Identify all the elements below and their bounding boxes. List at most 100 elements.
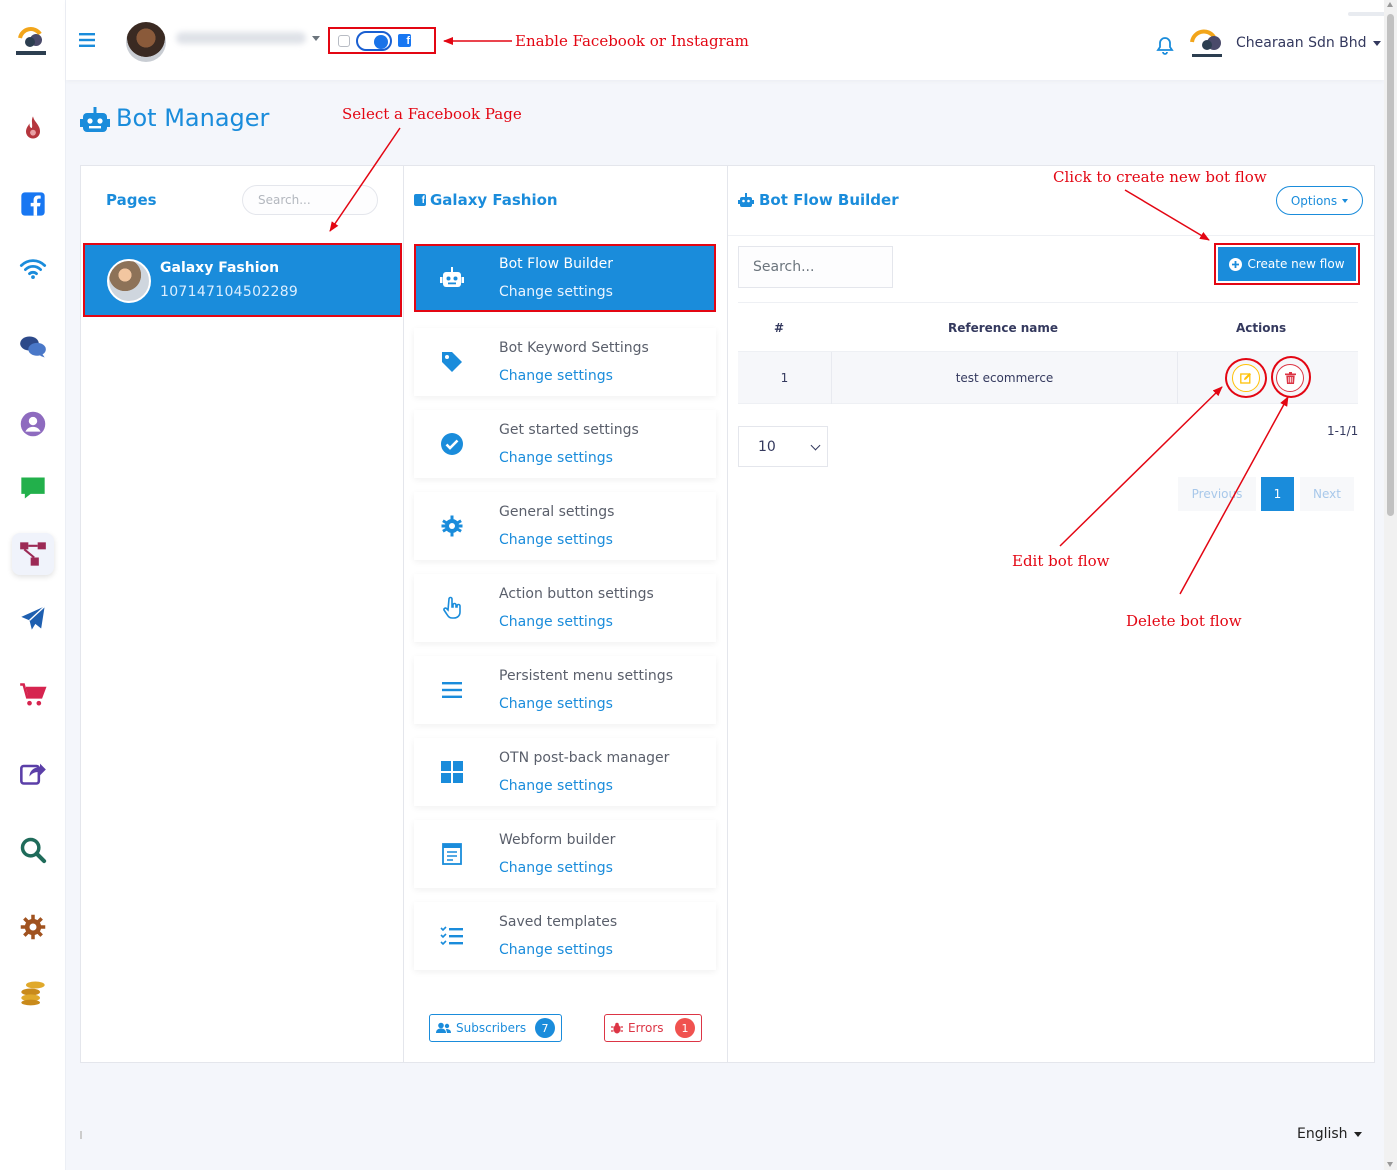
subscribers-button[interactable]: Subscribers 7: [429, 1014, 562, 1042]
flow-icon: [20, 542, 46, 566]
sidebar-item-facebook[interactable]: [12, 183, 54, 225]
settings-item-link[interactable]: Change settings: [499, 942, 613, 958]
notification-bell-icon[interactable]: [1155, 36, 1175, 56]
pagination-previous-button[interactable]: Previous: [1178, 477, 1256, 511]
sidebar-item-broadcast[interactable]: [12, 597, 54, 639]
settings-item-bot-keyword[interactable]: Bot Keyword Settings Change settings: [414, 328, 716, 396]
column-header-number: #: [774, 321, 785, 335]
settings-item-title: Action button settings: [499, 586, 654, 602]
settings-item-title: Webform builder: [499, 832, 616, 848]
errors-count-badge: 1: [675, 1018, 695, 1038]
column-divider: [727, 165, 728, 1063]
platform-toggle-group: f: [328, 27, 436, 54]
settings-item-saved-templates[interactable]: Saved templates Change settings: [414, 902, 716, 970]
scroll-up-icon[interactable]: [1387, 2, 1393, 7]
wifi-icon: [19, 259, 47, 280]
send-icon: [21, 605, 46, 630]
settings-item-title: Persistent menu settings: [499, 668, 673, 684]
blurred-user-name[interactable]: [176, 32, 306, 44]
sidebar-item-bot-manager[interactable]: [12, 533, 54, 575]
language-selector[interactable]: English: [1297, 1126, 1362, 1142]
platform-toggle-switch[interactable]: [356, 31, 392, 51]
options-label: Options: [1290, 193, 1338, 208]
bug-icon: [611, 1022, 623, 1034]
hamburger-menu-icon[interactable]: [79, 33, 95, 47]
annotation-create-flow: Click to create new bot flow: [1053, 168, 1267, 186]
app-logo[interactable]: [14, 24, 48, 58]
subscribers-label: Subscribers: [456, 1021, 527, 1035]
column-divider: [403, 165, 404, 1063]
user-avatar[interactable]: [126, 22, 166, 62]
plus-circle-icon: [1229, 257, 1243, 271]
column-header-actions: Actions: [1236, 321, 1287, 335]
language-label: English: [1297, 1126, 1348, 1142]
user-circle-icon: [20, 411, 46, 437]
flame-icon: [26, 116, 40, 139]
settings-item-bot-flow-builder[interactable]: Bot Flow Builder Change settings: [414, 244, 716, 312]
flow-builder-title-text: Bot Flow Builder: [759, 191, 899, 209]
settings-item-action-button[interactable]: Action button settings Change settings: [414, 574, 716, 642]
settings-item-link[interactable]: Change settings: [499, 532, 613, 548]
scroll-down-icon[interactable]: [1387, 1162, 1393, 1167]
settings-item-link[interactable]: Change settings: [499, 696, 613, 712]
settings-item-title: Bot Keyword Settings: [499, 340, 649, 356]
settings-item-general[interactable]: General settings Change settings: [414, 492, 716, 560]
settings-item-link[interactable]: Change settings: [499, 368, 613, 384]
sidebar-item-wifi[interactable]: [12, 248, 54, 290]
page-list-item[interactable]: Galaxy Fashion 107147104502289: [83, 243, 402, 317]
annotation-edit-flow: Edit bot flow: [1012, 552, 1110, 570]
scrollbar-thumb[interactable]: [1387, 14, 1394, 516]
footer-mark: [80, 1131, 82, 1139]
company-logo[interactable]: [1188, 28, 1226, 60]
settings-item-link[interactable]: Change settings: [499, 614, 613, 630]
sidebar-item-settings[interactable]: [12, 906, 54, 948]
create-new-flow-button[interactable]: Create new flow: [1218, 247, 1356, 281]
share-icon: [20, 763, 46, 785]
page-id: 107147104502289: [160, 284, 299, 300]
sidebar-item-dashboard[interactable]: [12, 107, 54, 149]
company-dropdown-caret-icon: [1372, 40, 1381, 46]
errors-button[interactable]: Errors 1: [604, 1014, 702, 1042]
sidebar-item-social-posting[interactable]: [12, 752, 54, 794]
robot-icon: [80, 107, 110, 132]
settings-item-title: Bot Flow Builder: [499, 256, 614, 272]
settings-item-get-started[interactable]: Get started settings Change settings: [414, 410, 716, 478]
coins-icon: [21, 981, 45, 1006]
settings-item-otn-postback[interactable]: OTN post-back manager Change settings: [414, 738, 716, 806]
settings-item-link[interactable]: Change settings: [499, 778, 613, 794]
page-scrollbar[interactable]: [1384, 0, 1397, 1170]
settings-item-persistent-menu[interactable]: Persistent menu settings Change settings: [414, 656, 716, 724]
hand-pointer-icon: [443, 596, 461, 619]
flow-search-input[interactable]: [738, 246, 893, 288]
sidebar-item-subscribers[interactable]: [12, 403, 54, 445]
settings-item-link[interactable]: Change settings: [499, 284, 613, 300]
list-check-icon: [440, 926, 463, 946]
sidebar-item-ecommerce[interactable]: [12, 674, 54, 716]
sidebar-item-search[interactable]: [12, 829, 54, 871]
facebook-icon: f: [398, 34, 411, 47]
language-caret-icon: [1353, 1131, 1362, 1137]
page-name: Galaxy Fashion: [160, 260, 280, 276]
sidebar-item-payments[interactable]: [12, 971, 54, 1013]
options-dropdown-button[interactable]: Options: [1276, 186, 1363, 215]
pages-search-input[interactable]: [242, 185, 378, 215]
page-avatar: [107, 259, 151, 303]
search-icon: [20, 837, 47, 864]
form-icon: [442, 843, 462, 865]
settings-item-webform[interactable]: Webform builder Change settings: [414, 820, 716, 888]
user-dropdown-caret-icon[interactable]: [312, 36, 320, 41]
page-size-select[interactable]: 10: [738, 426, 828, 467]
message-icon: [21, 477, 45, 499]
column-header-reference-name: Reference name: [948, 321, 1059, 335]
sidebar: [0, 0, 66, 1170]
sidebar-item-chat[interactable]: [12, 326, 54, 368]
company-name[interactable]: Chearaan Sdn Bhd: [1236, 35, 1381, 51]
pagination-next-button[interactable]: Next: [1300, 477, 1354, 511]
errors-label: Errors: [628, 1021, 664, 1035]
settings-item-link[interactable]: Change settings: [499, 450, 613, 466]
pagination-page-button[interactable]: 1: [1261, 477, 1294, 511]
instagram-icon: [338, 35, 350, 47]
sidebar-item-messages[interactable]: [12, 467, 54, 509]
settings-item-link[interactable]: Change settings: [499, 860, 613, 876]
facebook-icon: [21, 192, 45, 216]
